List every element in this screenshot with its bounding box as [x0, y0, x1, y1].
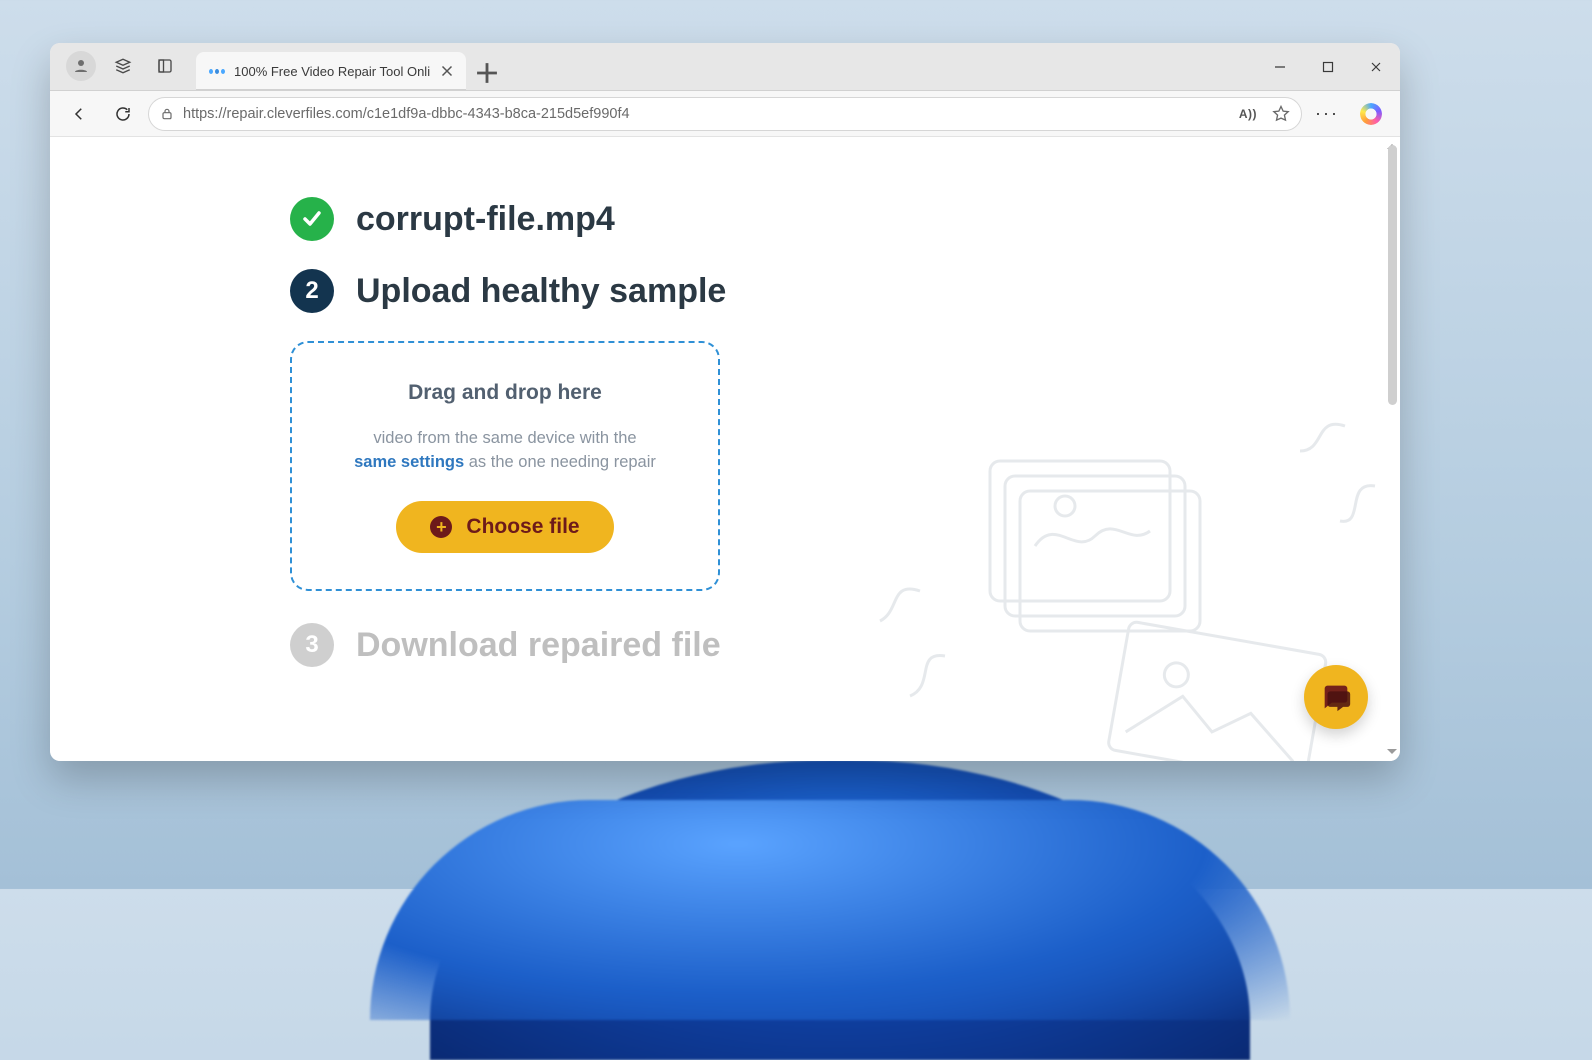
- chat-fab-button[interactable]: [1304, 665, 1368, 729]
- lock-icon: [159, 106, 175, 122]
- workspaces-icon[interactable]: [102, 46, 144, 86]
- window-minimize-button[interactable]: [1256, 44, 1304, 90]
- dropzone-heading: Drag and drop here: [320, 381, 690, 405]
- new-tab-button[interactable]: [470, 56, 504, 90]
- browser-tab[interactable]: 100% Free Video Repair Tool Onli: [196, 52, 466, 90]
- choose-file-button[interactable]: + Choose file: [396, 501, 613, 553]
- dropzone-desc-post: as the one needing repair: [464, 453, 656, 471]
- chat-icon: [1319, 680, 1353, 714]
- page-scroll[interactable]: corrupt-file.mp4 2 Upload healthy sample…: [50, 137, 1400, 761]
- checkmark-icon: [290, 197, 334, 241]
- browser-window: 100% Free Video Repair Tool Onli https:/…: [50, 43, 1400, 761]
- dropzone-desc-pre: video from the same device with the: [373, 429, 636, 447]
- step-2-title: Upload healthy sample: [356, 272, 726, 311]
- window-maximize-button[interactable]: [1304, 44, 1352, 90]
- url-text: https://repair.cleverfiles.com/c1e1df9a-…: [183, 106, 1231, 122]
- profile-button[interactable]: [60, 46, 102, 86]
- tab-title: 100% Free Video Repair Tool Onli: [234, 64, 430, 79]
- tab-actions-icon[interactable]: [144, 46, 186, 86]
- step-2-number-badge: 2: [290, 269, 334, 313]
- copilot-icon: [1360, 103, 1382, 125]
- read-aloud-icon[interactable]: A)): [1239, 107, 1257, 121]
- address-bar[interactable]: https://repair.cleverfiles.com/c1e1df9a-…: [148, 97, 1302, 131]
- refresh-button[interactable]: [104, 95, 142, 133]
- scroll-down-arrow-icon[interactable]: [1387, 749, 1397, 759]
- vertical-scrollbar[interactable]: [1388, 145, 1397, 405]
- page-viewport: corrupt-file.mp4 2 Upload healthy sample…: [50, 137, 1400, 761]
- favorite-icon[interactable]: [1271, 104, 1291, 124]
- titlebar: 100% Free Video Repair Tool Onli: [50, 43, 1400, 91]
- upload-dropzone[interactable]: Drag and drop here video from the same d…: [290, 341, 720, 591]
- step-3-number-badge: 3: [290, 623, 334, 667]
- copilot-button[interactable]: [1352, 95, 1390, 133]
- step-1: corrupt-file.mp4: [290, 197, 1190, 241]
- choose-file-label: Choose file: [466, 515, 579, 539]
- tab-favicon-icon: [208, 62, 226, 80]
- plus-icon: +: [430, 516, 452, 538]
- step-2: 2 Upload healthy sample: [290, 269, 1190, 313]
- dropzone-description: video from the same device with the same…: [320, 427, 690, 475]
- back-button[interactable]: [60, 95, 98, 133]
- step-3: 3 Download repaired file: [290, 623, 1190, 667]
- browser-toolbar: https://repair.cleverfiles.com/c1e1df9a-…: [50, 91, 1400, 137]
- desktop-wallpaper-bloom: [430, 760, 1250, 1060]
- more-menu-button[interactable]: ···: [1308, 95, 1346, 133]
- step-3-title: Download repaired file: [356, 626, 721, 665]
- tab-close-button[interactable]: [438, 62, 456, 80]
- step-1-title: corrupt-file.mp4: [356, 200, 615, 239]
- window-close-button[interactable]: [1352, 44, 1400, 90]
- same-settings-link[interactable]: same settings: [354, 453, 464, 471]
